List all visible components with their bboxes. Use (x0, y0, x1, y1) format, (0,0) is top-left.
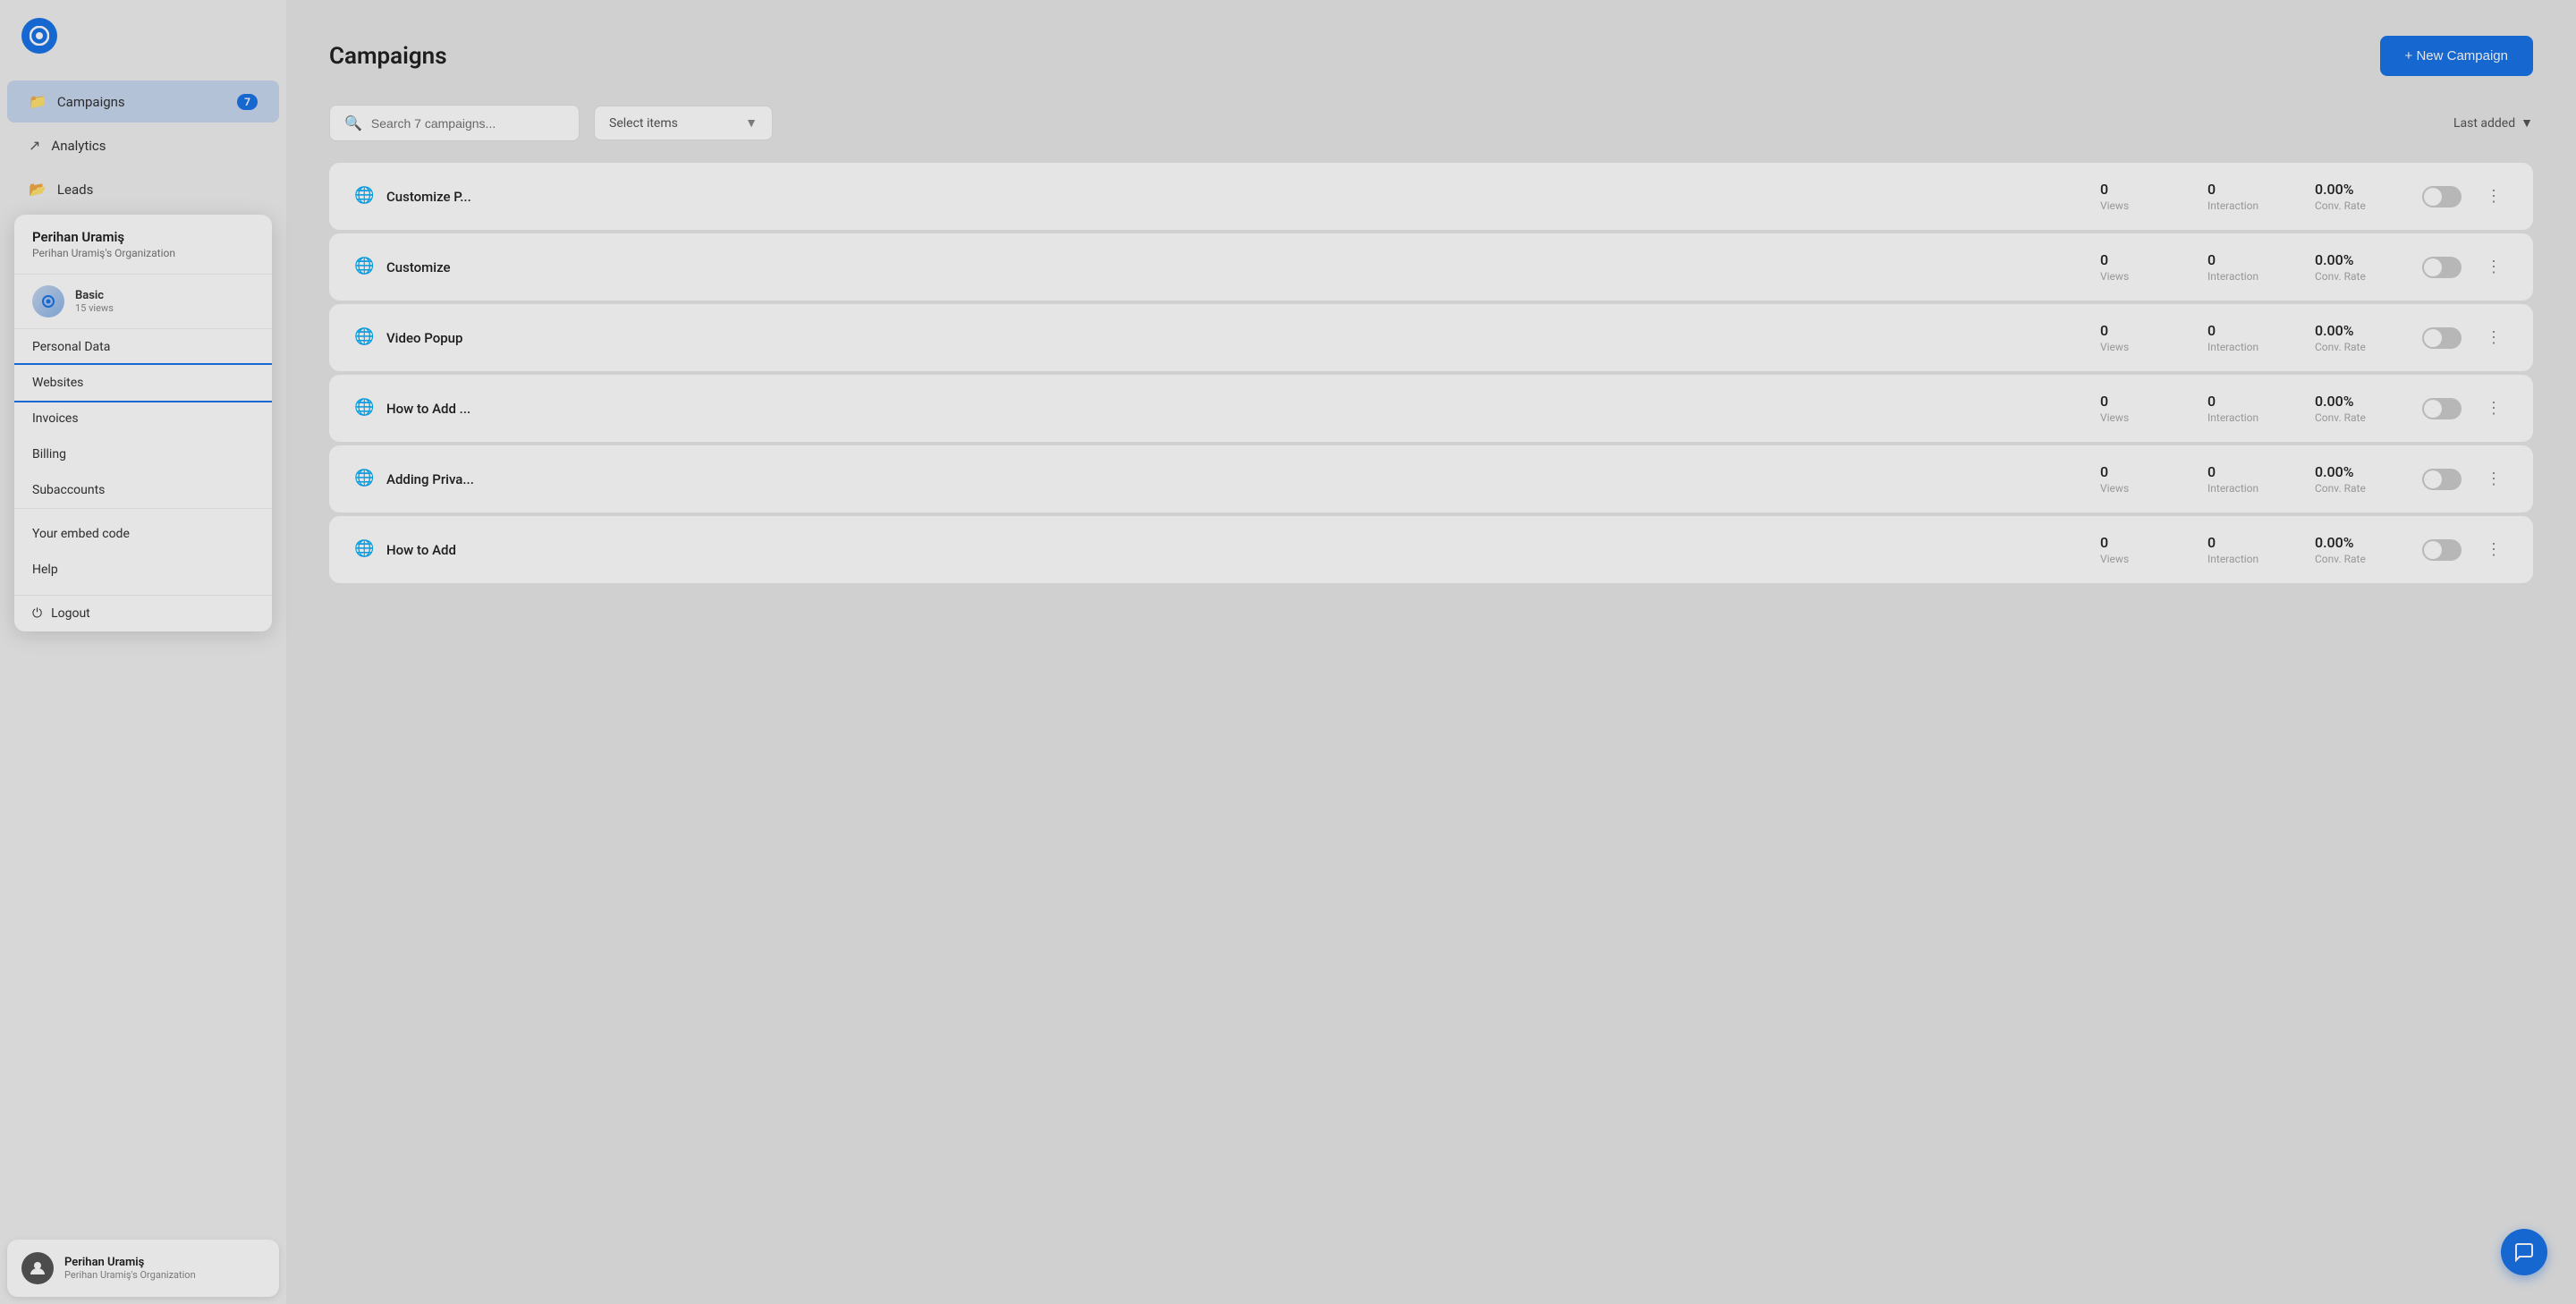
dropdown-overlay[interactable] (0, 0, 2576, 1304)
